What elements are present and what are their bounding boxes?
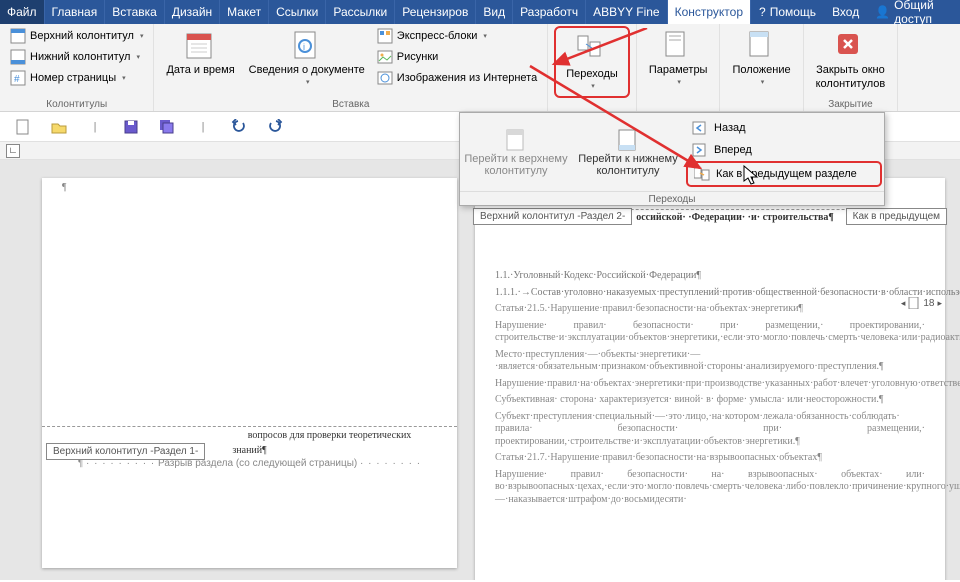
help-icon: ? <box>759 5 766 19</box>
tab-review[interactable]: Рецензиров <box>395 0 476 24</box>
link-to-previous-button[interactable]: Как в предыдущем разделе <box>686 161 882 187</box>
doc-info-button[interactable]: i Сведения о документе▾ <box>243 26 371 90</box>
picture-icon <box>377 49 393 65</box>
header-button[interactable]: Верхний колонтитул▾ <box>6 26 147 46</box>
back-icon <box>692 120 708 136</box>
footer-button[interactable]: Нижний колонтитул▾ <box>6 47 147 67</box>
p3: Место·преступления·—·объекты·энергетики·… <box>495 349 925 374</box>
nav-back-button[interactable]: Назад <box>686 117 882 139</box>
signin-button[interactable]: Вход <box>824 0 867 24</box>
qat-open[interactable] <box>50 118 68 136</box>
ribbon-group-navigation: Переходы ▾ <box>548 24 637 111</box>
qat-new[interactable] <box>14 118 32 136</box>
tab-design[interactable]: Дизайн <box>165 0 220 24</box>
position-icon <box>746 30 778 62</box>
pagenum-icon: # <box>10 70 26 86</box>
tab-mailings[interactable]: Рассылки <box>326 0 395 24</box>
docinfo-icon: i <box>291 30 323 62</box>
online-pic-icon <box>377 70 393 86</box>
nav-forward-button[interactable]: Вперед <box>686 139 882 161</box>
tab-abbyy[interactable]: ABBYY Fine <box>586 0 667 24</box>
qat-undo[interactable] <box>230 118 248 136</box>
p2: Нарушение· правил· безопасности· при· ра… <box>495 320 925 345</box>
p6: Субъект·преступления·специальный·—·это·л… <box>495 411 925 449</box>
gotop-icon <box>503 127 529 153</box>
menubar: Файл Главная Вставка Дизайн Макет Ссылки… <box>0 0 960 24</box>
qat-save[interactable] <box>122 118 140 136</box>
ribbon-group-close: Закрыть окно колонтитулов Закрытие <box>804 24 899 111</box>
dropdown-footer: Переходы <box>460 191 884 207</box>
tab-designer[interactable]: Конструктор <box>668 0 751 24</box>
quick-parts-button[interactable]: Экспресс-блоки▾ <box>373 26 541 46</box>
page-2: ¶ Верхний колонтитул -Раздел 2- Как в пр… <box>475 178 945 580</box>
document-area[interactable]: ¶ Верхний колонтитул -Раздел 1- вопросов… <box>0 160 960 580</box>
footer-icon <box>10 49 26 65</box>
page-number-button[interactable]: #Номер страницы▾ <box>6 68 147 88</box>
share-icon: 👤 <box>875 5 890 19</box>
header-icon <box>10 28 26 44</box>
tab-home[interactable]: Главная <box>45 0 106 24</box>
p8: Нарушение· правил· безопасности· на· взр… <box>495 469 925 507</box>
page-indicator: ◂ 18 ▸ <box>901 297 942 309</box>
chevron-down-icon: ▾ <box>591 82 595 90</box>
tab-references[interactable]: Ссылки <box>269 0 326 24</box>
qat-redo[interactable] <box>266 118 284 136</box>
link-prev-icon <box>694 166 710 182</box>
online-pictures-button[interactable]: Изображения из Интернета <box>373 68 541 88</box>
calendar-icon <box>185 30 217 62</box>
group-label-headers: Колонтитулы <box>6 99 147 111</box>
chevron-right-icon[interactable]: ▸ <box>937 298 942 309</box>
ribbon-group-insert: Дата и время i Сведения о документе▾ Экс… <box>154 24 548 111</box>
tab-file[interactable]: Файл <box>0 0 45 24</box>
quickparts-icon <box>377 28 393 44</box>
tab-view[interactable]: Вид <box>476 0 513 24</box>
close-headerfooter-button[interactable]: Закрыть окно колонтитулов <box>810 26 892 94</box>
chevron-left-icon[interactable]: ◂ <box>901 298 906 309</box>
ribbon-group-params: Параметры▾ <box>637 24 721 111</box>
p4: Нарушение·правил·на·объектах·энергетики·… <box>495 378 925 391</box>
tab-developer[interactable]: Разработч <box>513 0 586 24</box>
header-tag-section1: Верхний колонтитул -Раздел 1- <box>46 443 205 460</box>
svg-text:#: # <box>14 74 20 85</box>
h2: 1.1.1.·→Состав·уголовно·наказуемых·прест… <box>495 287 925 300</box>
help-button[interactable]: ?Помощь <box>751 0 824 24</box>
page-icon <box>908 297 920 309</box>
close-icon <box>834 30 866 62</box>
tab-layout[interactable]: Макет <box>220 0 269 24</box>
date-time-button[interactable]: Дата и время <box>160 26 240 80</box>
ribbon: Верхний колонтитул▾ Нижний колонтитул▾ #… <box>0 24 960 112</box>
page-1: ¶ Верхний колонтитул -Раздел 1- вопросов… <box>42 178 457 568</box>
navigation-icon <box>576 34 608 66</box>
qat-saveall[interactable] <box>158 118 176 136</box>
forward-icon <box>692 142 708 158</box>
tab-stop-selector[interactable]: ∟ <box>6 144 20 158</box>
p7: Статья·21.7.·Нарушение·правил·безопаснос… <box>495 452 925 465</box>
parameters-button[interactable]: Параметры▾ <box>643 26 714 90</box>
params-icon <box>662 30 694 62</box>
ribbon-group-headers: Верхний колонтитул▾ Нижний колонтитул▾ #… <box>0 24 154 111</box>
go-to-footer-button[interactable]: Перейти к нижнему колонтитулу <box>572 113 684 191</box>
share-button[interactable]: 👤Общий доступ <box>867 0 960 24</box>
navigation-dropdown: Перейти к верхнему колонтитулу Перейти к… <box>459 112 885 206</box>
mouse-cursor <box>743 165 761 187</box>
page1-line1: вопросов для проверки теоретических <box>42 428 457 443</box>
gobottom-icon <box>615 127 641 153</box>
svg-text:i: i <box>303 42 305 52</box>
ribbon-group-position: Положение▾ <box>720 24 803 111</box>
header-tag-section2: Верхний колонтитул -Раздел 2- <box>473 208 632 225</box>
tab-insert[interactable]: Вставка <box>105 0 165 24</box>
h1: 1.1.·Уголовный·Кодекс·Российской·Федерац… <box>495 270 925 283</box>
group-label-insert: Вставка <box>160 99 541 111</box>
group-label-close: Закрытие <box>810 99 892 111</box>
same-as-previous-tag: Как в предыдущем <box>846 208 947 225</box>
go-to-header-button[interactable]: Перейти к верхнему колонтитулу <box>460 113 572 191</box>
pictures-button[interactable]: Рисунки <box>373 47 541 67</box>
navigation-button[interactable]: Переходы ▾ <box>554 26 630 98</box>
p5: Субъективная· сторона· характеризуется· … <box>495 394 925 407</box>
p1: Статья·21.5.·Нарушение·правил·безопаснос… <box>495 303 925 316</box>
position-button[interactable]: Положение▾ <box>726 26 796 90</box>
